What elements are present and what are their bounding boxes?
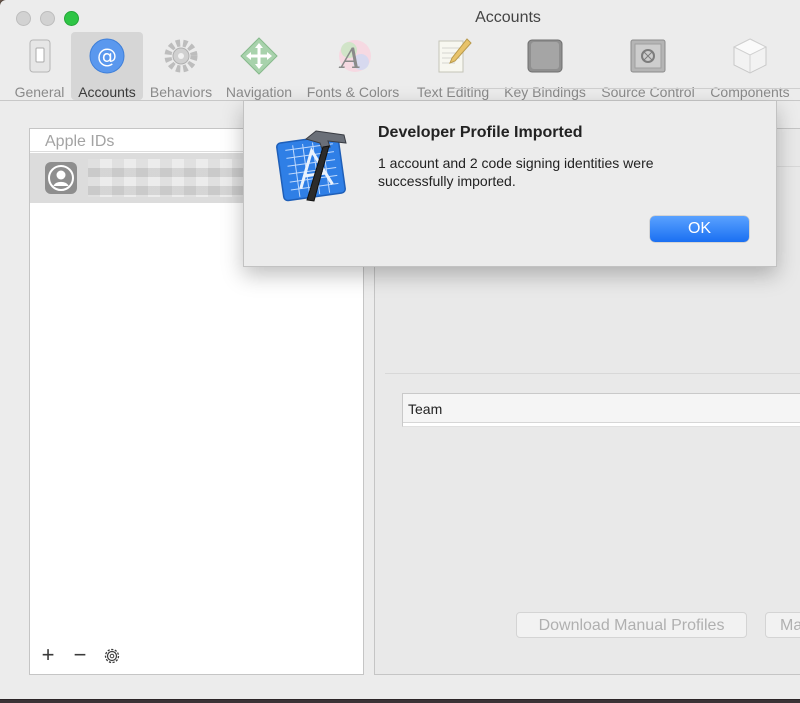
tab-source-control[interactable]: Source Control <box>595 32 701 100</box>
xcode-app-icon <box>276 125 356 205</box>
avatar-icon <box>45 162 77 194</box>
title-bar: Accounts <box>0 0 800 32</box>
svg-text:A: A <box>338 42 361 75</box>
font-palette-icon: A <box>333 36 373 76</box>
divider <box>454 88 800 89</box>
window-title: Accounts <box>475 9 541 26</box>
apple-ids-footer: + − <box>30 644 363 674</box>
team-column-header[interactable]: Team <box>403 394 800 423</box>
tab-general-label: General <box>14 84 65 100</box>
tab-text-editing[interactable]: Text Editing <box>410 32 496 100</box>
svg-text:@: @ <box>97 44 117 68</box>
cube-icon <box>730 36 770 76</box>
pencil-paper-icon <box>433 36 473 76</box>
tab-general[interactable]: General <box>8 32 71 100</box>
tab-behaviors[interactable]: Behaviors <box>145 32 217 100</box>
account-options-button[interactable] <box>100 644 124 668</box>
tab-navigation-label: Navigation <box>225 84 293 100</box>
preferences-toolbar: General @ Accounts Behaviors Navigation … <box>0 30 800 101</box>
add-account-button[interactable]: + <box>36 644 60 668</box>
safe-icon <box>628 36 668 76</box>
at-sign-icon: @ <box>87 36 127 76</box>
download-manual-profiles-button[interactable]: Download Manual Profiles <box>516 612 747 638</box>
ok-button[interactable]: OK <box>650 216 749 242</box>
navigation-arrows-icon <box>239 36 279 76</box>
tab-fonts-colors[interactable]: A Fonts & Colors <box>300 32 406 100</box>
developer-profile-imported-dialog: Developer Profile Imported 1 account and… <box>243 101 777 267</box>
manage-certificates-button[interactable]: Ma <box>765 612 800 638</box>
tab-behaviors-label: Behaviors <box>149 84 213 100</box>
dialog-title: Developer Profile Imported <box>378 124 583 141</box>
tab-navigation[interactable]: Navigation <box>220 32 298 100</box>
general-switch-icon <box>20 36 60 76</box>
tab-key-bindings-label: Key Bindings <box>504 84 586 100</box>
redacted-account-name <box>88 159 246 197</box>
tab-components-label: Components <box>710 84 790 100</box>
team-table: Team <box>402 393 800 427</box>
remove-account-button[interactable]: − <box>68 644 92 668</box>
gear-icon <box>161 36 201 76</box>
divider <box>385 373 800 374</box>
option-key-icon <box>525 36 565 76</box>
gear-icon <box>104 648 120 664</box>
tab-fonts-colors-label: Fonts & Colors <box>306 84 400 100</box>
dialog-message: 1 account and 2 code signing identities … <box>378 155 654 189</box>
preferences-window: Accounts General @ Accounts Behaviors Na… <box>0 0 800 699</box>
tab-text-editing-label: Text Editing <box>416 84 490 100</box>
tab-key-bindings[interactable]: Key Bindings <box>499 32 591 100</box>
tab-components[interactable]: Components <box>704 32 796 100</box>
tab-accounts-label: Accounts <box>78 84 136 100</box>
tab-accounts[interactable]: @ Accounts <box>71 32 143 100</box>
tab-source-control-label: Source Control <box>601 84 695 100</box>
